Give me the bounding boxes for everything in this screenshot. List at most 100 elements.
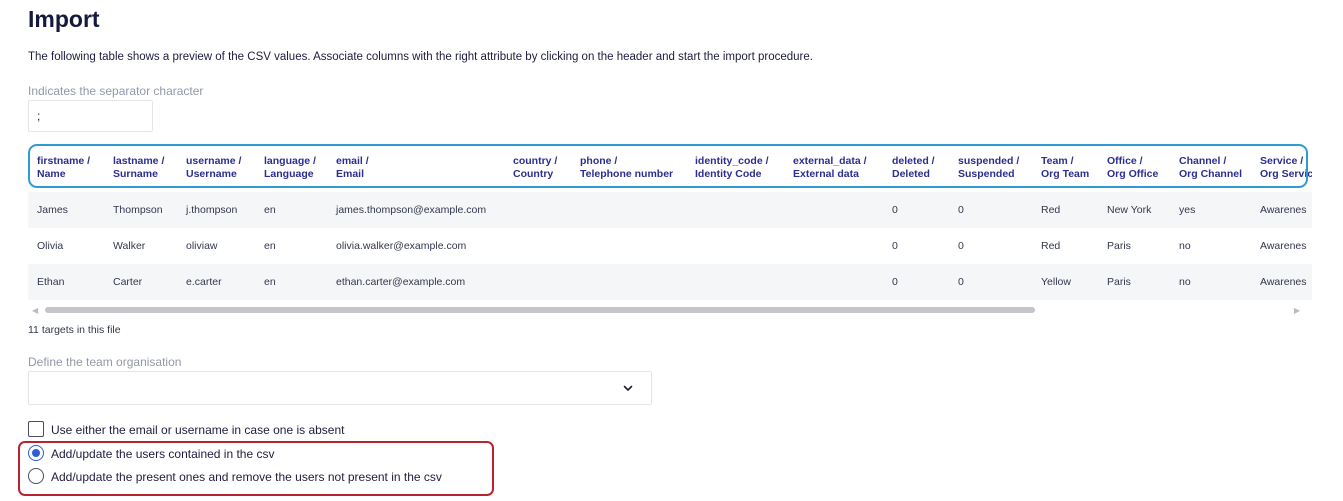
column-attribute: firstname /: [37, 155, 91, 167]
column-label: Name: [37, 168, 66, 180]
table-cell: yes: [1179, 204, 1196, 216]
scroll-right-icon[interactable]: ▶: [1294, 306, 1300, 314]
team-organisation-select[interactable]: [28, 371, 652, 405]
column-attribute: Channel /: [1179, 155, 1227, 167]
table-row: Olivia Walker oliviaw en olivia.walker@examp…: [28, 228, 1312, 264]
table-cell: e.carter: [186, 276, 222, 288]
csv-preview-table: firstname / Name lastname / Surname username…: [28, 144, 1312, 314]
column-header[interactable]: phone / Telephone number: [580, 155, 673, 181]
column-label: Deleted: [892, 168, 930, 180]
column-header[interactable]: username / Username: [186, 155, 241, 181]
column-header[interactable]: Team / Org Team: [1041, 155, 1089, 181]
email-or-username-label: Use either the email or username in case…: [51, 423, 345, 437]
team-organisation-label: Define the team organisation: [28, 355, 182, 369]
column-header[interactable]: external_data / External data: [793, 155, 867, 181]
table-cell: Awarenes: [1260, 204, 1307, 216]
scroll-left-icon[interactable]: ◀: [32, 306, 38, 314]
table-cell: en: [264, 204, 276, 216]
table-cell: 0: [958, 240, 964, 252]
column-attribute: Service /: [1260, 155, 1304, 167]
table-cell: 0: [892, 276, 898, 288]
table-cell: olivia.walker@example.com: [336, 240, 467, 252]
table-cell: oliviaw: [186, 240, 218, 252]
table-cell: j.thompson: [186, 204, 238, 216]
table-row: Ethan Carter e.carter en ethan.carter@exampl…: [28, 264, 1312, 300]
column-label: Identity Code: [695, 168, 762, 180]
radio-add-update-remove-label: Add/update the present ones and remove t…: [51, 470, 442, 484]
column-attribute: external_data /: [793, 155, 867, 167]
table-cell: ethan.carter@example.com: [336, 276, 466, 288]
column-header[interactable]: deleted / Deleted: [892, 155, 935, 181]
table-row: James Thompson j.thompson en james.thompson@…: [28, 192, 1312, 228]
column-label: Org Office: [1107, 168, 1159, 180]
table-cell: Awarenes: [1260, 240, 1307, 252]
column-attribute: identity_code /: [695, 155, 769, 167]
column-attribute: country /: [513, 155, 558, 167]
column-header[interactable]: Channel / Org Channel: [1179, 155, 1242, 181]
table-cell: en: [264, 240, 276, 252]
column-attribute: username /: [186, 155, 242, 167]
table-cell: Paris: [1107, 276, 1131, 288]
page-description: The following table shows a preview of t…: [28, 51, 813, 63]
table-cell: Paris: [1107, 240, 1131, 252]
table-cell: 0: [958, 276, 964, 288]
column-header[interactable]: country / Country: [513, 155, 557, 181]
column-label: Country: [513, 168, 554, 180]
column-label: Language: [264, 168, 314, 180]
table-cell: Thompson: [113, 204, 163, 216]
radio-add-update-label: Add/update the users contained in the cs…: [51, 447, 275, 461]
table-cell: Red: [1041, 204, 1061, 216]
column-attribute: phone /: [580, 155, 618, 167]
column-header[interactable]: suspended / Suspended: [958, 155, 1019, 181]
chevron-down-icon: [623, 385, 633, 391]
column-header[interactable]: firstname / Name: [37, 155, 90, 181]
table-cell: 0: [892, 240, 898, 252]
table-cell: Yellow: [1041, 276, 1071, 288]
separator-label: Indicates the separator character: [28, 84, 204, 98]
column-label: Email: [336, 168, 365, 180]
column-header[interactable]: Service / Org Servic: [1260, 155, 1312, 181]
table-cell: Carter: [113, 276, 143, 288]
radio-add-update-remove[interactable]: [28, 468, 44, 484]
column-attribute: lastname /: [113, 155, 165, 167]
table-cell: Awarenes: [1260, 276, 1307, 288]
table-cell: Ethan: [37, 276, 65, 288]
column-label: Org Channel: [1179, 168, 1243, 180]
table-cell: en: [264, 276, 276, 288]
column-label: Telephone number: [580, 168, 674, 180]
scrollbar-thumb[interactable]: [45, 307, 1035, 313]
email-or-username-checkbox[interactable]: [28, 421, 44, 437]
table-cell: Walker: [113, 240, 146, 252]
column-header[interactable]: identity_code / Identity Code: [695, 155, 769, 181]
column-header[interactable]: email / Email: [336, 155, 369, 181]
table-cell: no: [1179, 276, 1191, 288]
column-attribute: Team /: [1041, 155, 1074, 167]
column-label: Org Team: [1041, 168, 1090, 180]
column-attribute: deleted /: [892, 155, 935, 167]
column-label: External data: [793, 168, 859, 180]
column-header[interactable]: lastname / Surname: [113, 155, 164, 181]
table-cell: Red: [1041, 240, 1061, 252]
column-attribute: language /: [264, 155, 316, 167]
targets-count: 11 targets in this file: [28, 324, 121, 336]
horizontal-scrollbar[interactable]: ◀ ▶: [28, 304, 1312, 314]
table-cell: Olivia: [37, 240, 64, 252]
radio-add-update[interactable]: [28, 445, 44, 461]
column-header[interactable]: Office / Org Office: [1107, 155, 1158, 181]
column-label: Org Servic: [1260, 168, 1312, 180]
table-cell: james.thompson@example.com: [336, 204, 487, 216]
page-title: Import: [28, 6, 100, 32]
column-attribute: Office /: [1107, 155, 1143, 167]
column-header[interactable]: language / Language: [264, 155, 316, 181]
column-label: Suspended: [958, 168, 1015, 180]
column-label: Surname: [113, 168, 158, 180]
separator-input[interactable]: [28, 100, 153, 132]
table-cell: New York: [1107, 204, 1152, 216]
table-cell: 0: [892, 204, 898, 216]
table-cell: no: [1179, 240, 1191, 252]
column-attribute: suspended /: [958, 155, 1020, 167]
table-cell: James: [37, 204, 68, 216]
column-label: Username: [186, 168, 237, 180]
column-attribute: email /: [336, 155, 369, 167]
table-cell: 0: [958, 204, 964, 216]
